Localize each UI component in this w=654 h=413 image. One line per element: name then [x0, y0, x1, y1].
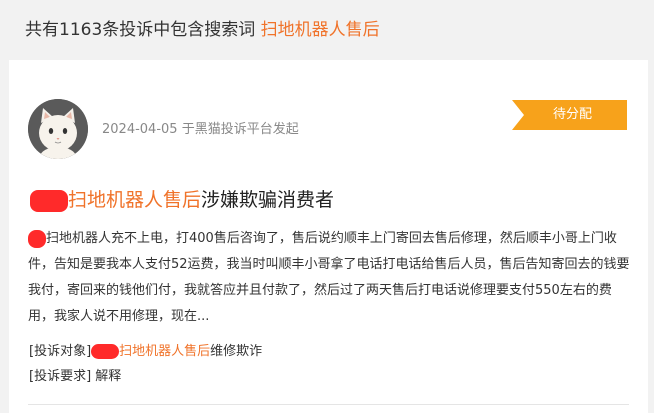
complaint-request-label: [投诉要求] [29, 369, 92, 384]
cat-avatar-icon [28, 99, 88, 159]
complaint-meta: 2024-04-05 于黑猫投诉平台发起 [102, 121, 299, 139]
redacted-text [30, 189, 68, 212]
user-avatar [28, 99, 88, 159]
complaint-date: 2024-04-05 [102, 122, 178, 137]
complaint-request-value: 解释 [95, 369, 122, 384]
complaint-title[interactable]: 扫地机器人售后涉嫌欺骗消费者 [30, 187, 334, 213]
complaint-search-page: 共有1163条投诉中包含搜索词 扫地机器人售后 2024-04-05 于黑猫投诉… [0, 0, 654, 413]
complaint-title-suffix: 涉嫌欺骗消费者 [201, 189, 335, 211]
search-summary-prefix: 共有1163条投诉中包含搜索词 [25, 20, 256, 40]
complaint-target-row: [投诉对象] 扫地机器人售后维修欺诈 [29, 342, 262, 362]
complaint-source: 于黑猫投诉平台发起 [181, 122, 299, 137]
complaint-target-suffix: 维修欺诈 [210, 344, 263, 359]
complaint-body-text: 扫地机器人充不上电，打400售后咨询了，售后说约顺丰上门寄回去售后修理，然后顺丰… [28, 231, 630, 324]
complaint-request-row: [投诉要求] 解释 [29, 367, 121, 387]
complaint-target-keyword: 扫地机器人售后 [119, 344, 211, 359]
complaint-card[interactable]: 2024-04-05 于黑猫投诉平台发起 待分配 扫地机器人售后涉嫌欺骗消费者 … [9, 60, 648, 413]
redacted-text [91, 344, 120, 359]
complaint-title-keyword: 扫地机器人售后 [68, 189, 202, 211]
complaint-summary: 扫地机器人充不上电，打400售后咨询了，售后说约顺丰上门寄回去售后修理，然后顺丰… [28, 226, 630, 330]
redacted-text [28, 229, 46, 248]
status-badge: 待分配 [512, 100, 627, 130]
card-divider [28, 404, 629, 405]
complaint-target-label: [投诉对象] [29, 344, 92, 359]
search-keyword: 扫地机器人售后 [260, 20, 380, 40]
search-summary: 共有1163条投诉中包含搜索词 扫地机器人售后 [25, 19, 380, 41]
